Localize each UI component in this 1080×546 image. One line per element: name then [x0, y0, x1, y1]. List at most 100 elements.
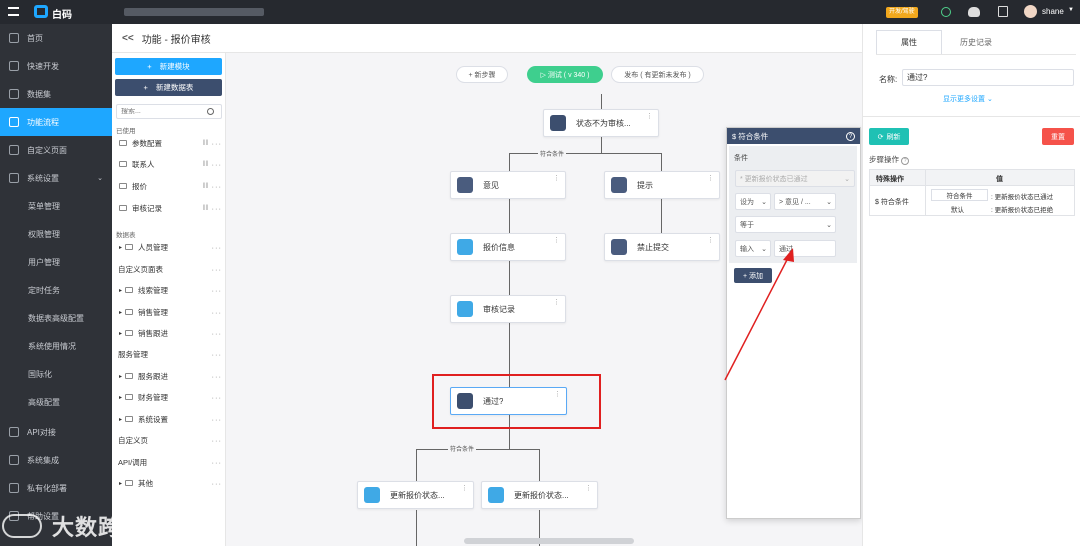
more-icon[interactable]: ⋮: [585, 485, 592, 492]
add-step-button[interactable]: + 新步骤: [456, 66, 508, 83]
more-icon[interactable]: ···: [212, 393, 223, 402]
name-input[interactable]: 通过?: [902, 69, 1074, 86]
more-icon[interactable]: ···: [212, 265, 223, 274]
flow-node[interactable]: 状态不为审核... ⋮: [543, 109, 659, 137]
show-more-link[interactable]: 显示更多设置 ⌄: [943, 94, 993, 104]
sidebar-item-system-settings[interactable]: 系统设置 ⌄: [0, 164, 112, 192]
more-icon[interactable]: ···: [212, 372, 223, 381]
publish-button[interactable]: 发布 ( 有更新未发布 ): [611, 66, 704, 83]
more-icon[interactable]: ···: [212, 436, 223, 445]
list-item[interactable]: ▸ 线索管理 ···: [116, 281, 222, 299]
list-item[interactable]: ▸ 销售管理 ···: [116, 303, 222, 321]
sidebar-item-custom-page[interactable]: 自定义页面: [0, 136, 112, 164]
sidebar-item-menu-mgmt[interactable]: 菜单管理: [0, 192, 112, 220]
chevron-down-icon[interactable]: ▼: [1068, 7, 1074, 13]
flow-node[interactable]: 提示 ⋮: [604, 171, 720, 199]
flow-node[interactable]: 更新报价状态... ⋮: [357, 481, 474, 509]
more-icon[interactable]: ···: [212, 308, 223, 317]
more-icon[interactable]: ···: [212, 204, 223, 213]
field-select[interactable]: > 意见 / ... ⌄: [774, 193, 836, 210]
refresh-button[interactable]: ⟳ 刷新: [869, 128, 909, 145]
sidebar-item-private-deploy[interactable]: 私有化部署: [0, 474, 112, 502]
sidebar-item-integration[interactable]: 系统集成: [0, 446, 112, 474]
flow-node[interactable]: 审核记录 ⋮: [450, 295, 566, 323]
sidebar-item-datasets[interactable]: 数据集: [0, 80, 112, 108]
list-item[interactable]: 服务管理 ···: [116, 345, 222, 363]
config-icon[interactable]: ǁǁ: [203, 161, 209, 168]
more-icon[interactable]: ⋮: [707, 237, 714, 244]
sidebar-item-function-flow[interactable]: 功能流程: [0, 108, 112, 136]
list-item[interactable]: ▸ 财务管理 ···: [116, 388, 222, 406]
sidebar-item-quick-dev[interactable]: 快速开发: [0, 52, 112, 80]
more-icon[interactable]: ···: [212, 139, 223, 148]
tab-history[interactable]: 历史记录: [943, 30, 1009, 54]
config-icon[interactable]: ǁǁ: [203, 140, 209, 147]
sidebar-item-permission[interactable]: 权限管理: [0, 220, 112, 248]
more-icon[interactable]: ···: [212, 182, 223, 191]
sidebar-item-home[interactable]: 首页: [0, 24, 112, 52]
more-icon[interactable]: ···: [212, 415, 223, 424]
module-search[interactable]: [116, 104, 222, 119]
more-icon[interactable]: ···: [212, 286, 223, 295]
list-item[interactable]: 自定义页面表 ···: [116, 260, 222, 278]
menu-toggle-icon[interactable]: [8, 7, 19, 16]
search-input[interactable]: [117, 108, 205, 115]
brain-icon[interactable]: [968, 7, 980, 17]
flow-node[interactable]: 更新报价状态... ⋮: [481, 481, 598, 509]
more-icon[interactable]: ⋮: [553, 299, 560, 306]
list-item[interactable]: 联系人 ǁǁ ···: [116, 155, 222, 173]
more-icon[interactable]: ⋮: [461, 485, 468, 492]
mode-badge[interactable]: 开发/驾驶: [886, 7, 918, 18]
more-icon[interactable]: ⋮: [553, 237, 560, 244]
flow-node[interactable]: 意见 ⋮: [450, 171, 566, 199]
list-item[interactable]: ▸ 人员管理 ···: [116, 238, 222, 256]
avatar[interactable]: [1024, 5, 1037, 18]
more-icon[interactable]: ···: [212, 160, 223, 169]
new-module-button[interactable]: + 新建模块: [115, 58, 222, 75]
more-icon[interactable]: ···: [212, 243, 223, 252]
sidebar-item-table-config[interactable]: 数据表高级配置: [0, 304, 112, 332]
list-item[interactable]: 审核记录 ǁǁ ···: [116, 199, 222, 217]
flow-node[interactable]: 禁止提交 ⋮: [604, 233, 720, 261]
help-icon[interactable]: ?: [846, 131, 855, 141]
list-item[interactable]: 自定义页 ···: [116, 431, 222, 449]
reset-button[interactable]: 重置: [1042, 128, 1074, 145]
more-icon[interactable]: ⋮: [553, 175, 560, 182]
sidebar-item-usage[interactable]: 系统使用情况: [0, 332, 112, 360]
download-icon[interactable]: [998, 6, 1008, 17]
more-icon[interactable]: ···: [212, 350, 223, 359]
sidebar-item-user-mgmt[interactable]: 用户管理: [0, 248, 112, 276]
sidebar-item-api[interactable]: API对接: [0, 418, 112, 446]
list-item[interactable]: 报价 ǁǁ ···: [116, 177, 222, 195]
config-icon[interactable]: ǁǁ: [203, 205, 209, 212]
tab-attributes[interactable]: 属性: [876, 30, 942, 54]
more-icon[interactable]: ···: [212, 458, 223, 467]
set-select[interactable]: 设为 ⌄: [735, 193, 771, 210]
test-button[interactable]: ▷ 测试 ( v 340 ): [527, 66, 603, 83]
play-icon[interactable]: [941, 7, 951, 17]
config-icon[interactable]: ǁǁ: [203, 183, 209, 190]
list-item[interactable]: ▸ 服务跟进 ···: [116, 367, 222, 385]
flow-node[interactable]: 报价信息 ⋮: [450, 233, 566, 261]
list-item[interactable]: ▸ 其他 ···: [116, 474, 222, 492]
list-item[interactable]: 参数配置 ǁǁ ···: [116, 134, 222, 152]
help-icon[interactable]: ?: [901, 157, 910, 165]
condition-target-select[interactable]: * 更新报价状态已通过 ⌄: [735, 170, 855, 187]
back-button[interactable]: <<: [122, 33, 134, 44]
user-name[interactable]: shane: [1042, 7, 1064, 16]
new-table-button[interactable]: + 新建数据表: [115, 79, 222, 96]
branch-a-box[interactable]: 符合条件: [931, 189, 988, 201]
operator-select[interactable]: 等于 ⌄: [735, 216, 836, 233]
more-icon[interactable]: ⋮: [646, 113, 653, 120]
sidebar-item-advanced[interactable]: 高级配置: [0, 388, 112, 416]
more-icon[interactable]: ⋮: [707, 175, 714, 182]
more-icon[interactable]: ···: [212, 479, 223, 488]
search-icon[interactable]: [207, 108, 214, 115]
sidebar-item-scheduled[interactable]: 定时任务: [0, 276, 112, 304]
list-item[interactable]: ▸ 系统设置 ···: [116, 410, 222, 428]
list-item[interactable]: ▸ 销售跟进 ···: [116, 324, 222, 342]
list-item[interactable]: API/调用 ···: [116, 453, 222, 471]
horizontal-scrollbar[interactable]: [464, 538, 634, 544]
more-icon[interactable]: ···: [212, 329, 223, 338]
sidebar-item-i18n[interactable]: 国际化: [0, 360, 112, 388]
